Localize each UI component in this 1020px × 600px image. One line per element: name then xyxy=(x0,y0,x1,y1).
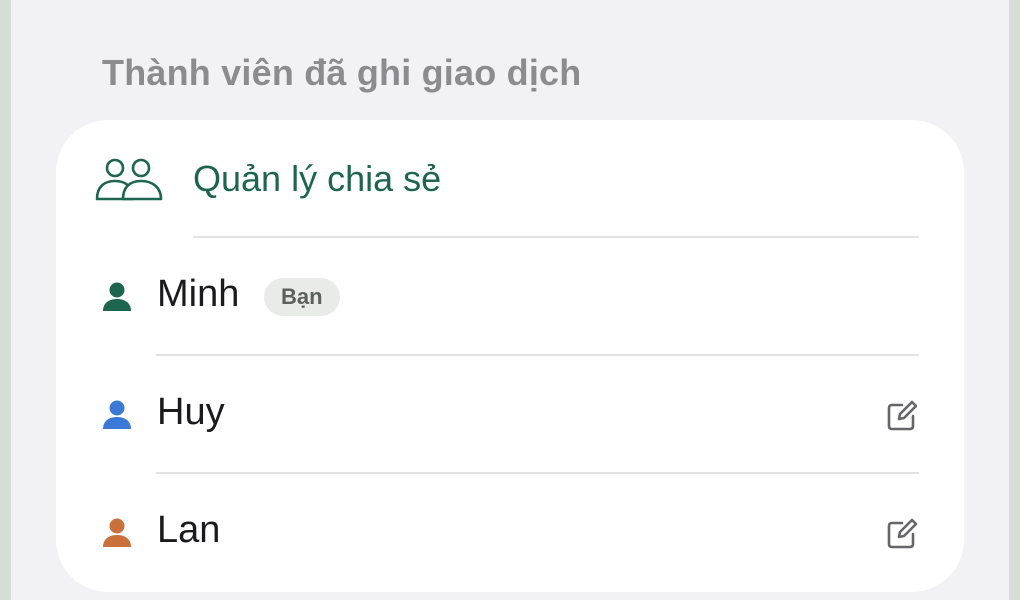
edit-icon[interactable] xyxy=(885,399,919,433)
member-row-huy[interactable]: Huy xyxy=(56,356,964,474)
people-icon xyxy=(95,158,163,201)
member-name: Huy xyxy=(157,391,225,433)
person-icon xyxy=(103,518,131,547)
member-row-lan[interactable]: Lan xyxy=(56,474,964,592)
person-icon xyxy=(103,400,131,429)
manage-sharing-row[interactable]: Quản lý chia sẻ xyxy=(56,120,964,238)
screen: Thành viên đã ghi giao dịch Quản lý chia… xyxy=(11,0,1009,600)
manage-sharing-label: Quản lý chia sẻ xyxy=(193,158,442,199)
member-name: Minh xyxy=(157,273,240,315)
person-icon xyxy=(103,282,131,311)
member-row-minh[interactable]: Minh Bạn xyxy=(56,238,964,356)
you-badge: Bạn xyxy=(264,278,340,316)
members-card: Quản lý chia sẻ Minh Bạn Huy Lan xyxy=(56,120,964,592)
member-name: Lan xyxy=(157,509,221,551)
section-header: Thành viên đã ghi giao dịch xyxy=(102,52,582,93)
edit-icon[interactable] xyxy=(885,517,919,551)
